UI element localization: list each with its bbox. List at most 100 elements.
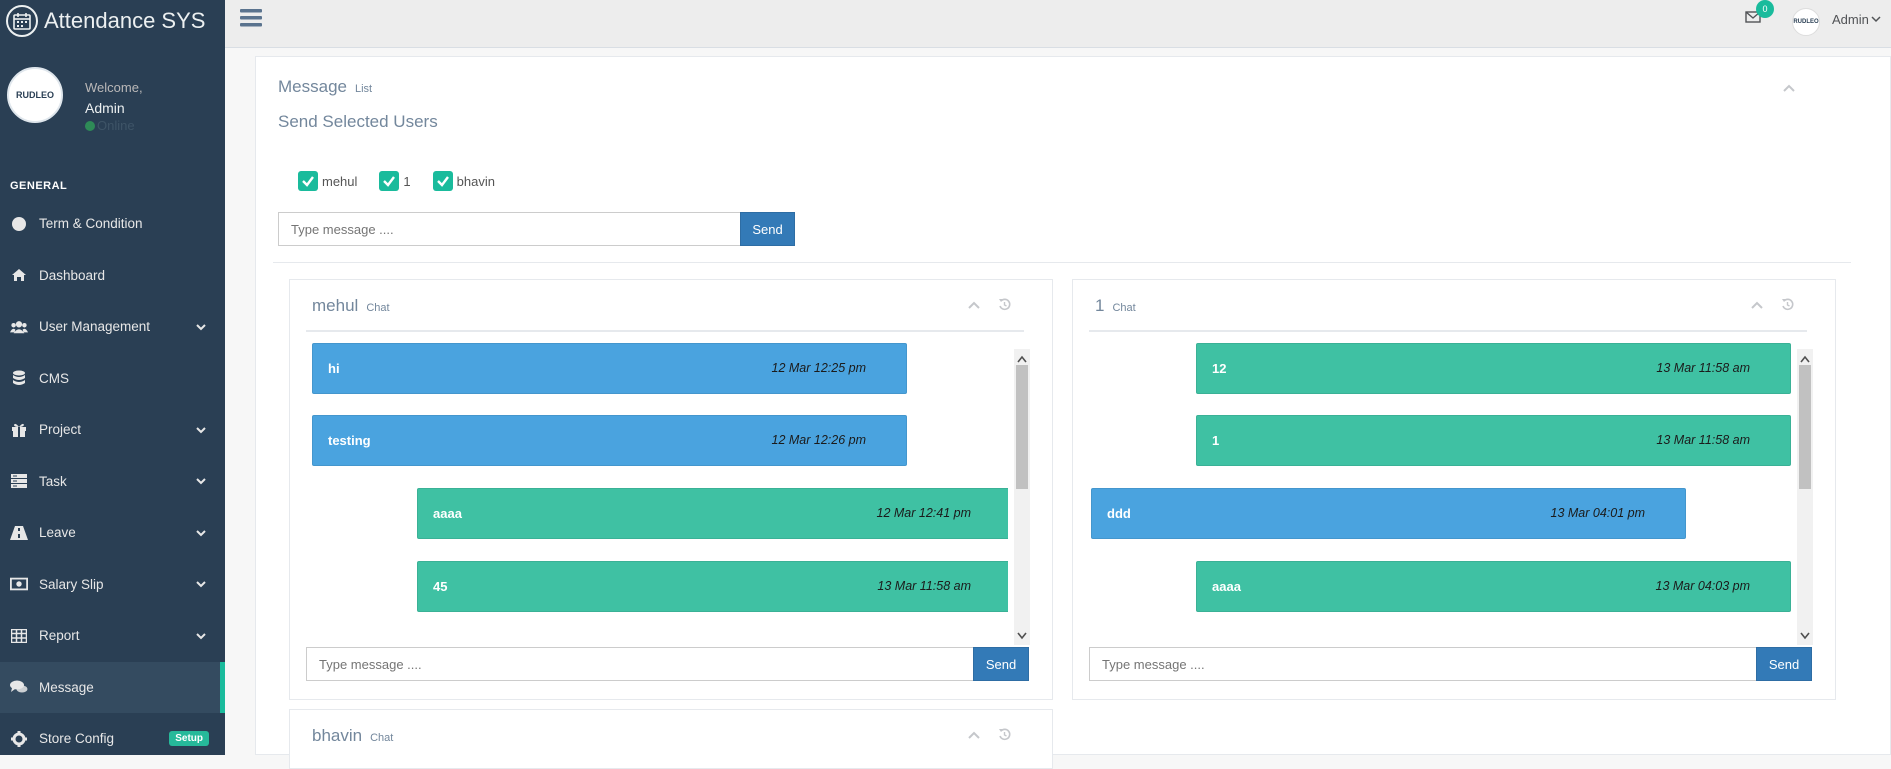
chat-title-small: Chat (366, 302, 390, 314)
chat-scrollbar[interactable] (1797, 349, 1813, 645)
scroll-down-icon[interactable] (1800, 628, 1810, 643)
message-time: 13 Mar 04:03 pm (1655, 579, 1751, 593)
setup-badge: Setup (169, 731, 209, 746)
message-time: 12 Mar 12:41 pm (876, 506, 972, 520)
sidebar-item-message[interactable]: Message (0, 661, 225, 713)
sidebar: Attendance SYS RUDLEO Welcome, Admin Onl… (0, 0, 225, 755)
top-navbar: 0 RUDLEO Admin (225, 0, 1891, 48)
message-time: 12 Mar 12:26 pm (771, 433, 867, 447)
avatar-logo-text: RUDLEO (1793, 19, 1819, 25)
chat-message-input[interactable] (1089, 647, 1757, 681)
user-name: Admin (1832, 12, 1869, 27)
checkmark-icon[interactable] (379, 171, 400, 191)
calendar-icon (6, 5, 38, 37)
profile: RUDLEO Welcome, Admin Online (0, 42, 225, 142)
broadcast-message-input[interactable] (278, 212, 741, 246)
circle-icon (10, 215, 28, 233)
chat-message-input[interactable] (306, 647, 974, 681)
chat-send-button[interactable]: Send (1756, 647, 1812, 681)
message-text: 12 (1212, 361, 1227, 376)
user-avatar[interactable]: RUDLEO (1792, 8, 1820, 36)
message-text: testing (328, 433, 371, 448)
sidebar-item-label: Task (39, 473, 67, 489)
chat-tools (968, 728, 1011, 744)
sidebar-item-report[interactable]: Report (0, 610, 225, 662)
sidebar-item-task[interactable]: Task (0, 456, 225, 508)
scroll-down-icon[interactable] (1017, 628, 1027, 643)
chevron-down-icon (195, 321, 207, 336)
message-bubble: 12 13 Mar 11:58 am (1196, 343, 1791, 394)
brand-title: Attendance SYS (44, 8, 206, 33)
message-panel: Message List Send Selected Users mehul 1 … (255, 56, 1891, 769)
chevron-down-icon (195, 527, 207, 542)
message-text: ddd (1107, 506, 1131, 521)
sidebar-item-term-condition[interactable]: Term & Condition (0, 198, 225, 250)
user-checkbox[interactable]: mehul (298, 171, 357, 191)
online-label: Online (97, 118, 135, 133)
chat-title-small: Chat (370, 732, 394, 744)
money-icon (10, 575, 28, 593)
user-checkbox-group: mehul 1 bhavin (298, 171, 517, 191)
collapse-icon[interactable] (1783, 81, 1795, 96)
message-time: 13 Mar 11:58 am (1656, 361, 1750, 375)
collapse-icon[interactable] (968, 728, 980, 744)
chat-title-text: 1 (1095, 296, 1105, 315)
chat-box-bhavin: bhavin Chat (289, 709, 1053, 769)
panel-title-small: List (354, 83, 373, 95)
sidebar-item-dashboard[interactable]: Dashboard (0, 250, 225, 302)
refresh-icon[interactable] (1781, 298, 1794, 314)
message-bubble: hi 12 Mar 12:25 pm (312, 343, 907, 394)
sidebar-item-cms[interactable]: CMS (0, 353, 225, 405)
sidebar-item-label: Report (39, 628, 80, 644)
user-checkbox[interactable]: 1 (379, 171, 411, 191)
chat-send-button[interactable]: Send (973, 647, 1029, 681)
chat-divider (306, 330, 1024, 332)
avatar: RUDLEO (7, 67, 63, 123)
home-icon (10, 266, 28, 284)
sidebar-item-user-management[interactable]: User Management (0, 301, 225, 353)
user-menu[interactable]: Admin (1832, 12, 1881, 27)
chat-tools (1751, 298, 1794, 314)
checkmark-icon[interactable] (298, 171, 318, 191)
sidebar-item-label: Salary Slip (39, 576, 104, 592)
sidebar-item-leave[interactable]: Leave (0, 507, 225, 559)
scroll-up-icon[interactable] (1800, 351, 1810, 366)
refresh-icon[interactable] (998, 298, 1011, 314)
scrollbar-thumb[interactable] (1799, 365, 1811, 489)
broadcast-send-button[interactable]: Send (740, 212, 795, 246)
divider (273, 262, 1851, 263)
scrollbar-thumb[interactable] (1016, 365, 1028, 489)
user-checkbox[interactable]: bhavin (432, 171, 495, 191)
message-time: 13 Mar 11:58 am (877, 579, 971, 593)
chat-scrollbar[interactable] (1014, 349, 1030, 645)
gear-icon (10, 730, 28, 748)
message-text: hi (328, 361, 340, 376)
collapse-icon[interactable] (1751, 298, 1763, 314)
user-checkbox-label: bhavin (456, 173, 495, 189)
scroll-up-icon[interactable] (1017, 351, 1027, 366)
user-checkbox-label: 1 (403, 173, 411, 189)
message-bubble: testing 12 Mar 12:26 pm (312, 415, 907, 466)
brand[interactable]: Attendance SYS (0, 0, 225, 42)
panel-title: Message List (278, 77, 372, 97)
sidebar-item-project[interactable]: Project (0, 404, 225, 456)
collapse-icon[interactable] (968, 298, 980, 314)
sidebar-item-label: Store Config (39, 731, 115, 747)
chevron-down-icon (195, 475, 207, 490)
sidebar-item-store-config[interactable]: Store Config Setup (0, 713, 225, 765)
sidebar-item-label: Project (39, 422, 82, 438)
user-checkbox-label: mehul (322, 173, 358, 189)
refresh-icon[interactable] (998, 728, 1011, 744)
sidebar-item-label: User Management (39, 319, 151, 335)
sidebar-item-label: Leave (39, 525, 76, 541)
sidebar-item-label: CMS (39, 370, 69, 386)
chat-title: mehul Chat (312, 296, 390, 316)
sidebar-nav: Term & Condition Dashboard User Manageme… (0, 198, 225, 765)
road-icon (10, 524, 28, 542)
menu-toggle-icon[interactable] (240, 8, 262, 31)
sidebar-item-salary-slip[interactable]: Salary Slip (0, 559, 225, 611)
logo-text: RUDLEO (16, 90, 54, 100)
chat-box-1: 1 Chat 12 13 Mar 11:58 am 1 13 Mar 11:58 … (1072, 279, 1836, 700)
checkmark-icon[interactable] (432, 171, 453, 191)
sidebar-item-label: Term & Condition (39, 216, 143, 232)
